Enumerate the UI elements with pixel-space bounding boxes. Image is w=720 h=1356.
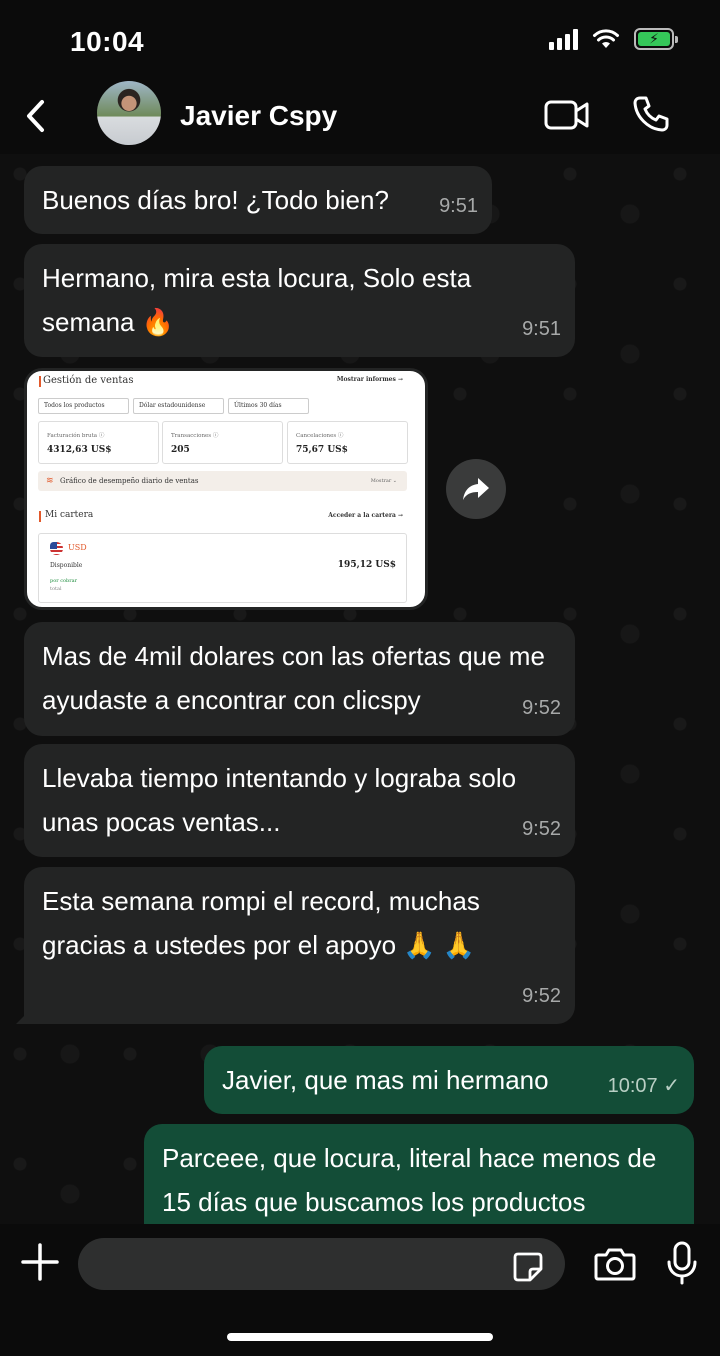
message-text: Hermano, mira esta locura, Solo esta sem… bbox=[42, 263, 472, 337]
incoming-message[interactable]: Llevaba tiempo intentando y lograba solo… bbox=[24, 744, 575, 857]
screenshot-card: Cancelaciones ⓘ 75,67 US$ bbox=[287, 421, 408, 464]
status-bar: 10:04 ⚡ bbox=[0, 0, 720, 80]
status-icons: ⚡ bbox=[549, 28, 678, 50]
attach-plus-icon[interactable] bbox=[20, 1242, 60, 1282]
screenshot-filter: Últimos 30 días bbox=[228, 398, 309, 414]
available-label: Disponible bbox=[50, 562, 83, 569]
card-value: 75,67 US$ bbox=[296, 445, 348, 455]
available-value: 195,12 US$ bbox=[337, 560, 396, 570]
card-label: Cancelaciones ⓘ bbox=[296, 433, 344, 439]
card-label: Transacciones ⓘ bbox=[171, 433, 219, 439]
message-text: Esta semana rompi el record, muchas grac… bbox=[42, 886, 480, 960]
outgoing-message[interactable]: Parceee, que locura, literal hace menos … bbox=[144, 1124, 694, 1224]
microphone-icon[interactable] bbox=[666, 1241, 698, 1285]
banner-text: Gráfico de desempeño diario de ventas bbox=[60, 477, 199, 485]
screenshot-card: Facturación bruta ⓘ 4312,63 US$ bbox=[38, 421, 159, 464]
image-message[interactable]: Gestión de ventas Mostrar informes → Tod… bbox=[24, 368, 428, 610]
voice-call-icon[interactable] bbox=[632, 95, 670, 133]
incoming-message[interactable]: Buenos días bro! ¿Todo bien? 9:51 bbox=[24, 166, 492, 234]
chart-icon: ≋ bbox=[46, 476, 54, 486]
pending-label: por cobrar bbox=[50, 578, 77, 584]
screenshot-reports-link: Mostrar informes → bbox=[336, 376, 403, 383]
message-time: 9:52 bbox=[522, 818, 561, 840]
message-time: 9:51 bbox=[439, 195, 478, 217]
wifi-icon bbox=[593, 29, 619, 48]
screenshot-banner: ≋ Gráfico de desempeño diario de ventas … bbox=[38, 471, 407, 491]
screenshot-filter: Todos los productos bbox=[38, 398, 129, 414]
bubble-tail bbox=[16, 1006, 34, 1024]
card-value: 4312,63 US$ bbox=[47, 445, 112, 455]
battery-charging-icon: ⚡ bbox=[634, 28, 678, 50]
back-chevron-icon[interactable] bbox=[22, 96, 52, 136]
screenshot-filter: Dólar estadounidense bbox=[133, 398, 224, 414]
screenshot-wallet-card: USD Disponible 195,12 US$ por cobrar tot… bbox=[38, 533, 407, 603]
message-time-text: 10:07 bbox=[607, 1075, 658, 1097]
message-text: Mas de 4mil dolares con las ofertas que … bbox=[42, 641, 545, 715]
chat-header: Javier Cspy bbox=[0, 80, 720, 154]
message-text: Llevaba tiempo intentando y lograba solo… bbox=[42, 763, 517, 837]
card-value: 205 bbox=[171, 445, 190, 455]
sent-check-icon: ✓ bbox=[663, 1075, 680, 1097]
outgoing-message[interactable]: Javier, que mas mi hermano 10:07 ✓ bbox=[204, 1046, 694, 1114]
card-label: Facturación bruta ⓘ bbox=[47, 433, 105, 439]
message-text: Parceee, que locura, literal hace menos … bbox=[162, 1143, 657, 1217]
contact-name[interactable]: Javier Cspy bbox=[180, 100, 337, 132]
forward-button[interactable] bbox=[446, 459, 506, 519]
screenshot-title: Gestión de ventas bbox=[39, 375, 134, 387]
home-indicator bbox=[227, 1333, 493, 1341]
incoming-message[interactable]: Hermano, mira esta locura, Solo esta sem… bbox=[24, 244, 575, 357]
cellular-signal-icon bbox=[549, 28, 578, 50]
total-label: total bbox=[50, 586, 62, 592]
screenshot-card: Transacciones ⓘ 205 bbox=[162, 421, 283, 464]
camera-icon[interactable] bbox=[594, 1246, 636, 1282]
forward-arrow-icon bbox=[463, 478, 489, 500]
message-time: 10:07 ✓ bbox=[608, 1064, 680, 1108]
sales-dashboard-screenshot: Gestión de ventas Mostrar informes → Tod… bbox=[27, 371, 425, 607]
compose-bar bbox=[0, 1224, 720, 1356]
incoming-message[interactable]: Esta semana rompi el record, muchas grac… bbox=[16, 867, 575, 1024]
message-time: 9:51 bbox=[522, 318, 561, 340]
status-time: 10:04 bbox=[70, 26, 145, 57]
chat-area[interactable]: Buenos días bro! ¿Todo bien? 9:51 Herman… bbox=[0, 154, 720, 1224]
us-flag-icon bbox=[50, 542, 63, 555]
message-time: 9:52 bbox=[522, 697, 561, 719]
screenshot-wallet-link: Acceder a la cartera → bbox=[328, 512, 403, 519]
sticker-icon[interactable] bbox=[512, 1251, 544, 1283]
screenshot-wallet-title: Mi cartera bbox=[38, 510, 94, 522]
message-text: Buenos días bro! ¿Todo bien? bbox=[42, 185, 389, 215]
contact-avatar[interactable] bbox=[97, 81, 161, 145]
incoming-message[interactable]: Mas de 4mil dolares con las ofertas que … bbox=[24, 622, 575, 736]
message-input[interactable] bbox=[78, 1238, 565, 1290]
video-call-icon[interactable] bbox=[544, 98, 590, 132]
currency-code: USD bbox=[68, 543, 87, 552]
message-time: 9:52 bbox=[522, 985, 561, 1007]
banner-action: Mostrar ⌄ bbox=[370, 478, 397, 484]
